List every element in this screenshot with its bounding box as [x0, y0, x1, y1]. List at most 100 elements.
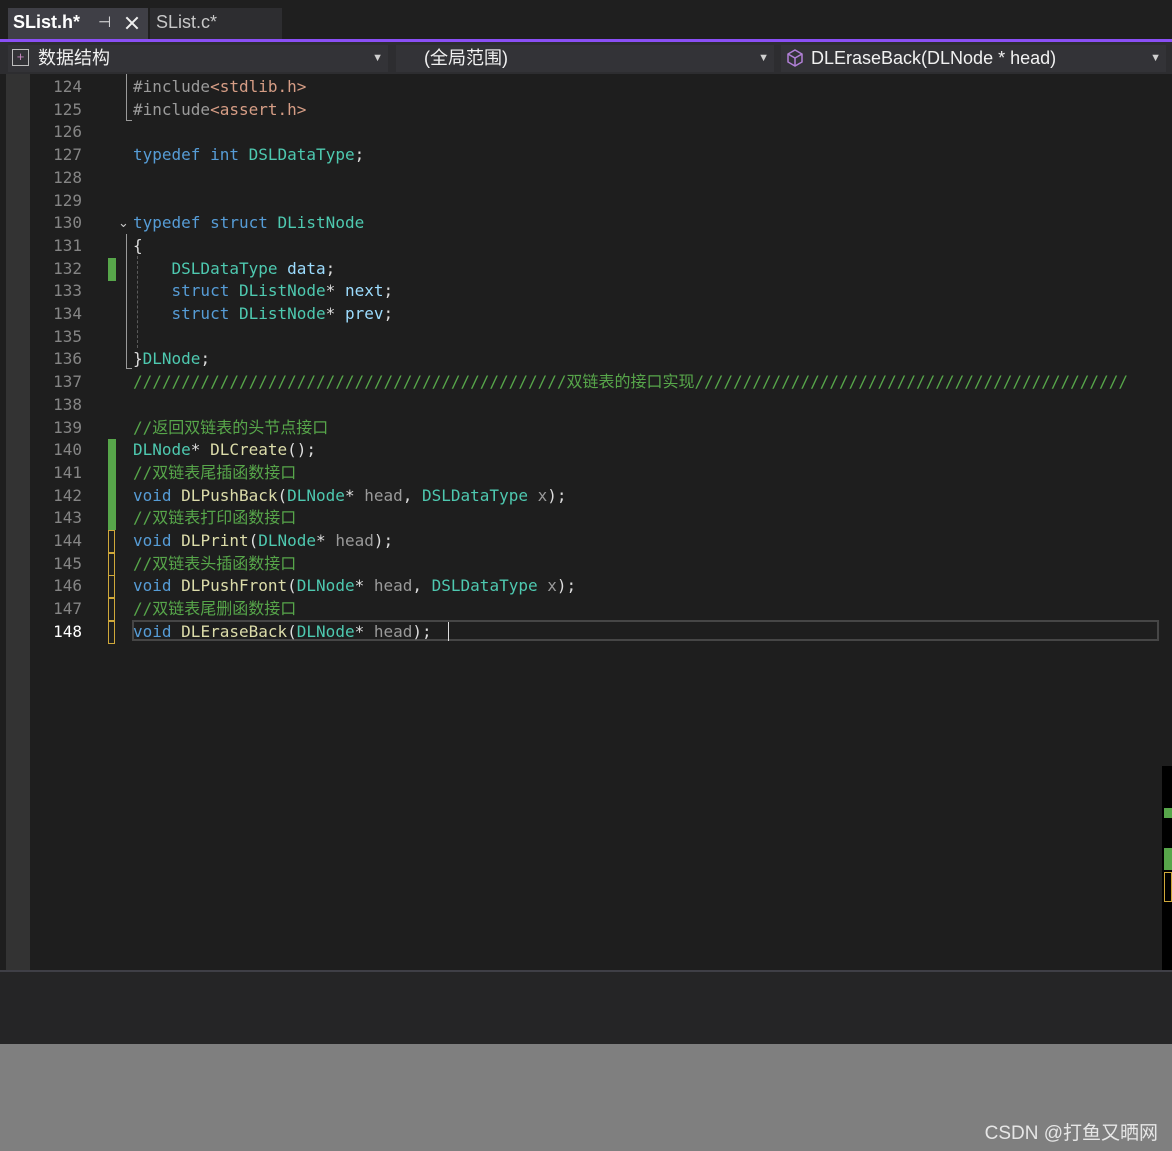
code-token: void	[133, 485, 172, 505]
line-number: 145	[53, 553, 82, 573]
chevron-down-icon: ▼	[372, 52, 383, 64]
code-line[interactable]: 140 DLNode* DLCreate();	[0, 439, 1160, 463]
code-token: x	[547, 576, 557, 596]
code-token: DListNode	[238, 304, 326, 323]
code-token: *	[190, 440, 211, 460]
unsaved-change-marker	[108, 575, 115, 599]
code-line[interactable]: 136}DLNode;	[0, 348, 1160, 370]
code-token: //双链表打印函数接口	[133, 508, 297, 528]
code-token: DLNode	[258, 531, 317, 550]
code-line[interactable]: 131 {	[0, 235, 1160, 257]
code-line[interactable]: 126	[0, 121, 1160, 143]
tab-slist-c-label: SList.c*	[156, 12, 218, 32]
code-line[interactable]: 138	[0, 394, 1160, 416]
code-line[interactable]: 130 ⌄ typedef struct DListNode	[0, 212, 1160, 234]
line-number: 144	[53, 531, 82, 550]
code-token: //返回双链表的头节点接口	[133, 417, 329, 437]
code-line[interactable]: 134 struct DListNode* prev;	[0, 303, 1160, 325]
code-line[interactable]: 132 DSLDataType data;	[0, 257, 1160, 281]
code-text: struct DListNode* prev;	[133, 303, 394, 325]
method-cube-icon	[787, 49, 803, 67]
fold-toggle-icon[interactable]: ⌄	[118, 212, 129, 234]
code-token: ();	[287, 440, 317, 460]
tab-slist-h[interactable]: SList.h* ⊣	[8, 8, 148, 39]
code-line[interactable]: 146 void DLPushFront(DLNode* head, DSLDat…	[0, 575, 1160, 599]
code-token: ;	[200, 349, 211, 369]
code-line[interactable]: 144 void DLPrint(DLNode* head);	[0, 530, 1160, 553]
pin-icon[interactable]: ⊣	[98, 8, 111, 37]
line-number: 147	[53, 599, 82, 619]
line-number: 128	[53, 167, 82, 187]
code-text: {	[133, 235, 143, 257]
code-line[interactable]: 141 //双链表尾插函数接口	[0, 461, 1160, 485]
code-token: next	[344, 281, 384, 301]
scope-dropdown-value: (全局范围)	[424, 48, 508, 68]
code-token: );	[556, 576, 577, 596]
code-token: x	[537, 485, 548, 505]
code-token: );	[412, 621, 432, 641]
line-number: 135	[53, 326, 82, 346]
code-text: typedef struct DListNode	[133, 212, 364, 234]
code-token: DLNode	[142, 349, 201, 369]
line-number: 140	[53, 440, 82, 460]
line-number: 129	[53, 190, 82, 210]
code-token: *	[316, 531, 336, 550]
project-dropdown[interactable]: + 数据结构 ▼	[8, 45, 388, 72]
code-line[interactable]: 143 //双链表打印函数接口	[0, 507, 1160, 531]
code-text: void DLPushFront(DLNode* head, DSLDataTy…	[133, 575, 576, 597]
code-line[interactable]: 127 typedef int DSLDataType;	[0, 144, 1160, 166]
code-line[interactable]: 125 #include<assert.h>	[0, 99, 1160, 121]
code-line[interactable]: 124 #include<stdlib.h>	[0, 76, 1160, 98]
tab-slist-c[interactable]: SList.c*	[150, 8, 282, 39]
code-token: <stdlib.h>	[210, 77, 307, 96]
code-line[interactable]: 137 /////////////////////////////////////…	[0, 371, 1160, 393]
code-line[interactable]: 133 struct DListNode* next;	[0, 280, 1160, 302]
code-token: ;	[325, 258, 336, 278]
scrollbar-overview[interactable]	[1162, 766, 1172, 970]
code-text: #include<stdlib.h>	[133, 76, 306, 98]
line-number: 143	[53, 508, 82, 528]
code-line[interactable]: 147 //双链表尾删函数接口	[0, 598, 1160, 622]
code-token: //双链表尾插函数接口	[133, 462, 297, 482]
code-line[interactable]: 142 void DLPushBack(DLNode* head, DSLData…	[0, 484, 1160, 508]
code-token: struct	[210, 213, 268, 233]
close-icon[interactable]	[122, 8, 142, 37]
member-dropdown[interactable]: DLEraseBack(DLNode * head) ▼	[781, 45, 1166, 72]
code-token: ;	[354, 145, 365, 165]
code-line[interactable]: 148 void DLEraseBack(DLNode* head);	[0, 620, 1160, 644]
code-token: DSLDataType	[422, 485, 528, 505]
ide-window: SList.h* ⊣ SList.c* + 数据结构 ▼ (全局范围) ▼ DL…	[0, 0, 1172, 1044]
scope-dropdown[interactable]: (全局范围) ▼	[396, 45, 774, 72]
code-text: //双链表打印函数接口	[133, 507, 296, 529]
code-token: ;	[383, 281, 394, 301]
code-token: int	[210, 145, 239, 165]
code-line[interactable]: 135	[0, 326, 1160, 348]
code-line[interactable]: 128	[0, 167, 1160, 189]
code-line[interactable]: 129	[0, 190, 1160, 212]
code-token: //双链表尾删函数接口	[133, 599, 297, 619]
line-number: 141	[53, 462, 82, 482]
line-number: 148	[53, 621, 82, 641]
code-token: DLNode	[287, 485, 345, 505]
line-number: 125	[53, 99, 82, 119]
code-line[interactable]: 139 //返回双链表的头节点接口	[0, 417, 1160, 439]
code-token: *	[354, 621, 374, 641]
code-token: ,	[412, 576, 432, 596]
code-token: typedef	[133, 145, 201, 165]
unsaved-change-marker	[108, 620, 115, 644]
code-editor[interactable]: 124 #include<stdlib.h> 125 #include<assert.…	[0, 74, 1172, 970]
navigation-bar: + 数据结构 ▼ (全局范围) ▼ DLEraseBack(DLNode * h…	[0, 42, 1172, 74]
line-number: 132	[53, 258, 82, 278]
line-number: 127	[53, 145, 82, 165]
code-text: ////////////////////////////////////////…	[133, 371, 1128, 393]
overview-change-marker	[1164, 808, 1172, 818]
code-token: *	[354, 576, 374, 596]
code-line[interactable]: 145 //双链表头插函数接口	[0, 552, 1160, 576]
